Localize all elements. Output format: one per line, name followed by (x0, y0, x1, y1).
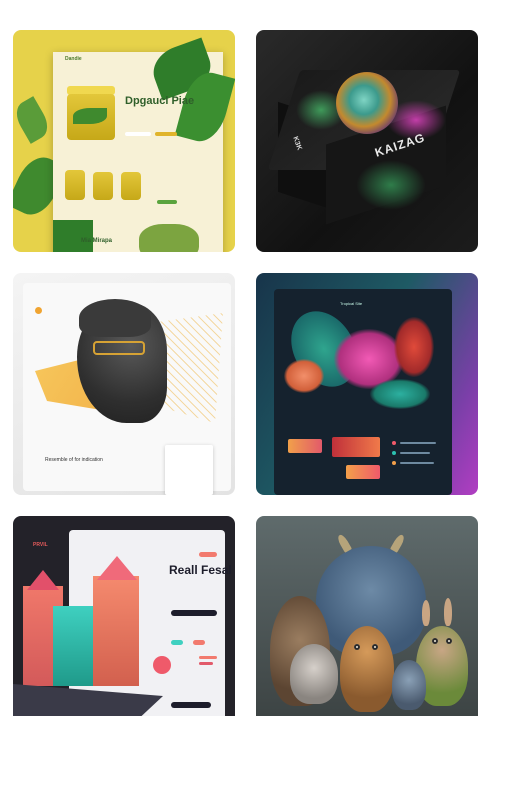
small-jar (65, 170, 85, 200)
list-line (400, 462, 434, 464)
horn (336, 533, 352, 553)
jar-label (73, 108, 107, 124)
eye (432, 638, 438, 644)
footer-image (139, 224, 199, 252)
list-dot (392, 441, 396, 445)
foliage (356, 160, 426, 210)
dark-button (171, 610, 217, 616)
pill (193, 640, 205, 645)
eye (372, 644, 378, 650)
list-dot (392, 451, 396, 455)
hero-headline: Reall Fesal (169, 563, 232, 577)
horn (390, 533, 406, 553)
eye (354, 644, 360, 650)
statue-hair (79, 299, 151, 337)
roof (27, 570, 59, 590)
website-mockup: Dandie Dpgaucl Piae (53, 37, 235, 252)
small-jar (93, 172, 113, 200)
pill (199, 656, 217, 659)
header-title: Tropical Site (340, 301, 363, 306)
tree (153, 656, 171, 674)
logo-icon (35, 307, 42, 314)
small-jar (121, 172, 141, 200)
ear (444, 598, 452, 626)
gallery-card-honey-jar[interactable]: Dandie Dpgaucl Piae Mia Mirapa (13, 30, 235, 252)
leaf-shape (370, 379, 430, 409)
caption: Resemble of for indication (45, 457, 103, 463)
small-creature (392, 660, 426, 710)
secondary-button (125, 132, 151, 136)
ear (422, 600, 430, 626)
gray-creature (290, 644, 338, 704)
nav-cta-button (199, 552, 217, 557)
pill (171, 640, 183, 645)
lion-illustration (336, 72, 398, 134)
orange-creature (340, 626, 394, 712)
pill (199, 662, 213, 665)
list-dot (392, 461, 396, 465)
info-card (165, 445, 213, 495)
gallery-card-kaizag-box[interactable]: KAIZAG K3K (256, 30, 478, 252)
glasses (93, 341, 145, 355)
gallery-card-tropical[interactable]: Tropical Site (256, 273, 478, 495)
brand-label: PRVIL (33, 542, 48, 548)
hero-headline: Dpgaucl Piae (125, 95, 195, 107)
thumbnail (288, 439, 322, 453)
website-mockup: Tropical Site (274, 289, 452, 495)
dark-button (171, 702, 211, 708)
leaf-decoration (13, 96, 54, 144)
list-line (400, 442, 436, 444)
thumbnail (332, 437, 380, 457)
brand-label: Dandie (65, 56, 82, 62)
footer-title: Mia Mirapa (81, 238, 113, 244)
buy-button (157, 200, 177, 204)
flower-shape (284, 359, 324, 393)
thumbnail (346, 465, 380, 479)
footer-image (53, 220, 93, 252)
gallery-card-creatures[interactable] (256, 516, 478, 716)
house (93, 576, 139, 686)
gallery-card-houses[interactable]: PRVIL Reall Fesal (13, 516, 235, 716)
house (53, 606, 93, 686)
primary-button (155, 132, 177, 136)
list-line (400, 452, 430, 454)
bird-shape (394, 317, 434, 377)
gallery-card-statue[interactable]: Resemble of for indication (13, 273, 235, 495)
eye (446, 638, 452, 644)
